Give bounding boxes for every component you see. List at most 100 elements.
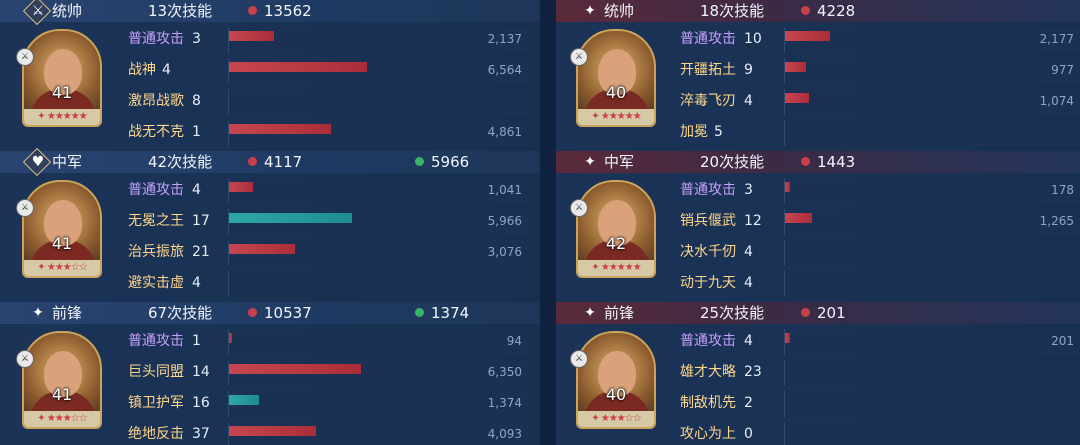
skill-name[interactable]: 加冕 xyxy=(680,123,708,141)
role-label: 统帅 xyxy=(604,2,635,20)
skill-count: 4 xyxy=(162,62,171,78)
skill-cast-count: 18次技能 xyxy=(700,2,765,20)
skill-row[interactable]: 决水千仞 4 xyxy=(556,237,1080,267)
skill-bar-track xyxy=(228,120,528,146)
skill-row[interactable]: 镇卫护军 16 1,374 xyxy=(0,388,540,418)
skill-bar-track xyxy=(784,422,1080,445)
damage-total: 201 xyxy=(817,304,846,322)
damage-total: 4228 xyxy=(817,2,856,20)
skill-bar-track xyxy=(228,329,528,355)
left-general-card[interactable]: ✦ 前锋 67次技能 10537 1374 41 ✦ ★★★☆☆ ⚔ 普通攻击 1 94 巨头同盟 14… xyxy=(0,302,540,445)
damage-dot-icon xyxy=(248,157,257,166)
skill-count: 10 xyxy=(744,31,762,47)
heal-total: 5966 xyxy=(431,153,470,171)
skill-name[interactable]: 决水千仞 xyxy=(680,243,736,261)
skill-value: 178 xyxy=(1051,183,1074,197)
skill-value-bar xyxy=(229,213,352,223)
skill-row[interactable]: 普通攻击 10 2,177 xyxy=(556,24,1080,54)
skill-name[interactable]: 巨头同盟 xyxy=(128,363,184,381)
skill-name[interactable]: 避实击虚 xyxy=(128,274,184,292)
skill-value-bar xyxy=(229,364,361,374)
skill-row[interactable]: 普通攻击 4 1,041 xyxy=(0,175,540,205)
skill-row[interactable]: 普通攻击 3 2,137 xyxy=(0,24,540,54)
skill-name[interactable]: 激昂战歌 xyxy=(128,92,184,110)
skill-value-bar xyxy=(229,395,259,405)
skill-row[interactable]: 淬毒飞刃 4 1,074 xyxy=(556,86,1080,116)
skill-value-bar xyxy=(785,182,790,192)
skill-count: 4 xyxy=(744,244,753,260)
skill-name[interactable]: 普通攻击 xyxy=(680,181,736,199)
skill-count: 3 xyxy=(192,31,201,47)
skill-name[interactable]: 绝地反击 xyxy=(128,425,184,443)
skill-row[interactable]: 攻心为上 0 xyxy=(556,419,1080,445)
skill-bar-track xyxy=(784,58,1080,84)
right-general-card[interactable]: ✦ 前锋 25次技能 201 40 ✦ ★★★☆☆ ⚔ 普通攻击 4 201 雄才大略 23 制敌机先 2… xyxy=(556,302,1080,445)
skill-row[interactable]: 战无不克 1 4,861 xyxy=(0,117,540,147)
skill-count: 23 xyxy=(744,364,762,380)
skill-row[interactable]: 避实击虚 4 xyxy=(0,268,540,298)
skill-value: 5,966 xyxy=(487,214,522,228)
left-general-card[interactable]: ⚔ 统帅 13次技能 13562 41 ✦ ★★★★★ ⚔ 普通攻击 3 2,137 战神 4 6,56… xyxy=(0,0,540,151)
skill-count: 4 xyxy=(744,275,753,291)
skill-name[interactable]: 普通攻击 xyxy=(680,30,736,48)
skill-bar-track xyxy=(228,209,528,235)
skill-value-bar xyxy=(785,31,830,41)
skill-row[interactable]: 治兵振旅 21 3,076 xyxy=(0,237,540,267)
skill-name[interactable]: 普通攻击 xyxy=(128,332,184,350)
skill-bar-track xyxy=(228,391,528,417)
right-general-card[interactable]: ✦ 中军 20次技能 1443 42 ✦ ★★★★★ ⚔ 普通攻击 3 178 销兵偃武 12 1,26… xyxy=(556,151,1080,302)
skill-name[interactable]: 普通攻击 xyxy=(680,332,736,350)
skill-name[interactable]: 普通攻击 xyxy=(128,30,184,48)
skill-row[interactable]: 普通攻击 3 178 xyxy=(556,175,1080,205)
skill-bar-track xyxy=(784,271,1080,297)
skill-value-bar xyxy=(229,426,316,436)
skill-row[interactable]: 加冕 5 xyxy=(556,117,1080,147)
skill-name[interactable]: 雄才大略 xyxy=(680,363,736,381)
skill-bar-track xyxy=(228,422,528,445)
skill-name[interactable]: 普通攻击 xyxy=(128,181,184,199)
skill-value-bar xyxy=(229,182,253,192)
general-header: ⚔ 统帅 13次技能 13562 xyxy=(0,0,540,26)
skill-name[interactable]: 无冕之王 xyxy=(128,212,184,230)
skill-name[interactable]: 动于九天 xyxy=(680,274,736,292)
skill-row[interactable]: 开疆拓土 9 977 xyxy=(556,55,1080,85)
skill-value: 4,093 xyxy=(487,427,522,441)
general-header: ✦ 前锋 25次技能 201 xyxy=(556,302,1080,324)
skill-row[interactable]: 普通攻击 1 94 xyxy=(0,326,540,356)
skill-name[interactable]: 镇卫护军 xyxy=(128,394,184,412)
skill-value: 1,374 xyxy=(487,396,522,410)
skill-row[interactable]: 战神 4 6,564 xyxy=(0,55,540,85)
skill-name[interactable]: 攻心为上 xyxy=(680,425,736,443)
skill-row[interactable]: 销兵偃武 12 1,265 xyxy=(556,206,1080,236)
skill-row[interactable]: 无冕之王 17 5,966 xyxy=(0,206,540,236)
skill-value-bar xyxy=(229,124,331,134)
skill-cast-count: 20次技能 xyxy=(700,153,765,171)
skill-name[interactable]: 开疆拓土 xyxy=(680,61,736,79)
skill-count: 16 xyxy=(192,395,210,411)
skill-value: 1,265 xyxy=(1039,214,1074,228)
right-general-card[interactable]: ✦ 统帅 18次技能 4228 40 ✦ ★★★★★ ⚔ 普通攻击 10 2,177 开疆拓土 9 97… xyxy=(556,0,1080,151)
skill-cast-count: 42次技能 xyxy=(148,153,213,171)
skill-row[interactable]: 普通攻击 4 201 xyxy=(556,326,1080,356)
skill-name[interactable]: 销兵偃武 xyxy=(680,212,736,230)
skill-bar-track xyxy=(228,240,528,266)
skill-row[interactable]: 制敌机先 2 xyxy=(556,388,1080,418)
skill-row[interactable]: 激昂战歌 8 xyxy=(0,86,540,116)
skill-name[interactable]: 制敌机先 xyxy=(680,394,736,412)
skill-name[interactable]: 淬毒飞刃 xyxy=(680,92,736,110)
left-general-card[interactable]: ♥ 中军 42次技能 4117 5966 41 ✦ ★★★☆☆ ⚔ 普通攻击 4 1,041 无冕之王… xyxy=(0,147,540,302)
skill-row[interactable]: 动于九天 4 xyxy=(556,268,1080,298)
damage-dot-icon xyxy=(248,6,257,15)
skill-row[interactable]: 雄才大略 23 xyxy=(556,357,1080,387)
skill-name[interactable]: 战无不克 xyxy=(128,123,184,141)
damage-dot-icon xyxy=(801,157,810,166)
skill-row[interactable]: 绝地反击 37 4,093 xyxy=(0,419,540,445)
skill-name[interactable]: 治兵振旅 xyxy=(128,243,184,261)
skill-count: 4 xyxy=(744,333,753,349)
skill-name[interactable]: 战神 xyxy=(128,61,156,79)
skill-count: 4 xyxy=(192,275,201,291)
role-label: 中军 xyxy=(52,153,83,171)
skill-value-bar xyxy=(785,62,806,72)
skill-count: 12 xyxy=(744,213,762,229)
skill-row[interactable]: 巨头同盟 14 6,350 xyxy=(0,357,540,387)
